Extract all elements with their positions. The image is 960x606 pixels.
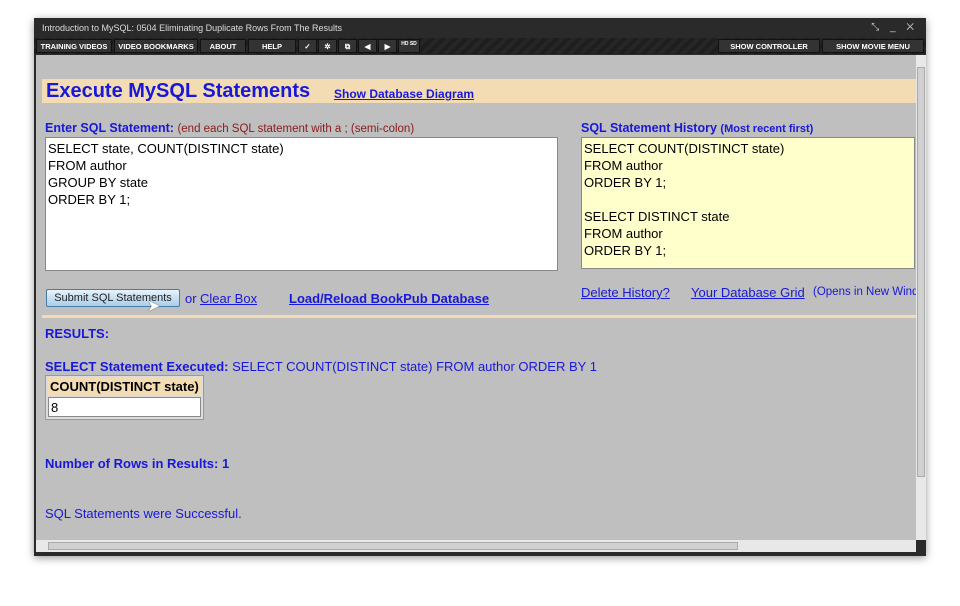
horizontal-scrollbar[interactable] bbox=[36, 540, 916, 552]
or-text: or bbox=[185, 291, 197, 306]
window-title: Introduction to MySQL: 0504 Eliminating … bbox=[42, 23, 342, 33]
enter-sql-hint: (end each SQL statement with a ; (semi-c… bbox=[177, 123, 415, 135]
history-title: SQL Statement History bbox=[581, 121, 717, 135]
table-row: 8 bbox=[48, 397, 201, 417]
show-database-diagram-link[interactable]: Show Database Diagram bbox=[334, 87, 474, 101]
page-header: Execute MySQL Statements Show Database D… bbox=[42, 79, 916, 103]
popout-icon[interactable]: ⧉ bbox=[338, 39, 357, 53]
database-grid-hint: (Opens in New Windo bbox=[813, 286, 916, 298]
window-controls[interactable]: ⤡ _ ✕ bbox=[871, 18, 918, 38]
toolbar: TRAINING VIDEOS VIDEO BOOKMARKS ABOUT HE… bbox=[34, 38, 926, 54]
video-bookmarks-button[interactable]: VIDEO BOOKMARKS bbox=[114, 39, 198, 53]
hd-sd-button[interactable]: HD SD bbox=[398, 39, 420, 53]
clear-box-link[interactable]: Clear Box bbox=[200, 291, 257, 306]
history-label: SQL Statement History (Most recent first… bbox=[581, 121, 813, 135]
delete-history-link[interactable]: Delete History? bbox=[581, 285, 670, 300]
load-database-link[interactable]: Load/Reload BookPub Database bbox=[289, 291, 489, 306]
enter-sql-label: Enter SQL Statement: (end each SQL state… bbox=[45, 121, 414, 135]
check-icon[interactable]: ✓ bbox=[298, 39, 317, 53]
table-cell: 8 bbox=[48, 397, 201, 417]
results-table: COUNT(DISTINCT state) 8 bbox=[45, 375, 204, 420]
success-message: SQL Statements were Successful. bbox=[45, 506, 242, 521]
horizontal-scroll-thumb[interactable] bbox=[48, 542, 738, 550]
page-content: Execute MySQL Statements Show Database D… bbox=[36, 55, 916, 540]
column-header: COUNT(DISTINCT state) bbox=[48, 378, 201, 395]
app-window: Introduction to MySQL: 0504 Eliminating … bbox=[34, 18, 926, 556]
page-title: Execute MySQL Statements bbox=[46, 80, 311, 102]
help-button[interactable]: HELP bbox=[248, 39, 296, 53]
history-box[interactable]: SELECT COUNT(DISTINCT state) FROM author… bbox=[581, 137, 915, 269]
gear-icon[interactable]: ✲ bbox=[318, 39, 337, 53]
previous-icon[interactable]: ◀ bbox=[358, 39, 377, 53]
database-grid-link[interactable]: Your Database Grid bbox=[691, 285, 805, 300]
vertical-scroll-thumb[interactable] bbox=[917, 67, 925, 477]
executed-label: SELECT Statement Executed: bbox=[45, 359, 229, 374]
show-movie-menu-button[interactable]: SHOW MOVIE MENU bbox=[822, 39, 924, 53]
next-icon[interactable]: ▶ bbox=[378, 39, 397, 53]
executed-sql: SELECT COUNT(DISTINCT state) FROM author… bbox=[232, 359, 597, 374]
training-videos-button[interactable]: TRAINING VIDEOS bbox=[36, 39, 112, 53]
enter-sql-title: Enter SQL Statement: bbox=[45, 121, 174, 135]
rows-count: Number of Rows in Results: 1 bbox=[45, 456, 230, 471]
mouse-cursor-icon: ➤ bbox=[147, 298, 161, 315]
sql-input[interactable]: SELECT state, COUNT(DISTINCT state) FROM… bbox=[45, 137, 558, 271]
about-button[interactable]: ABOUT bbox=[200, 39, 246, 53]
executed-statement: SELECT Statement Executed: SELECT COUNT(… bbox=[45, 359, 597, 374]
history-hint: (Most recent first) bbox=[720, 123, 814, 135]
divider bbox=[42, 315, 916, 318]
show-controller-button[interactable]: SHOW CONTROLLER bbox=[718, 39, 820, 53]
title-bar: Introduction to MySQL: 0504 Eliminating … bbox=[34, 18, 926, 38]
results-heading: RESULTS: bbox=[45, 326, 110, 341]
vertical-scrollbar[interactable] bbox=[916, 55, 926, 540]
